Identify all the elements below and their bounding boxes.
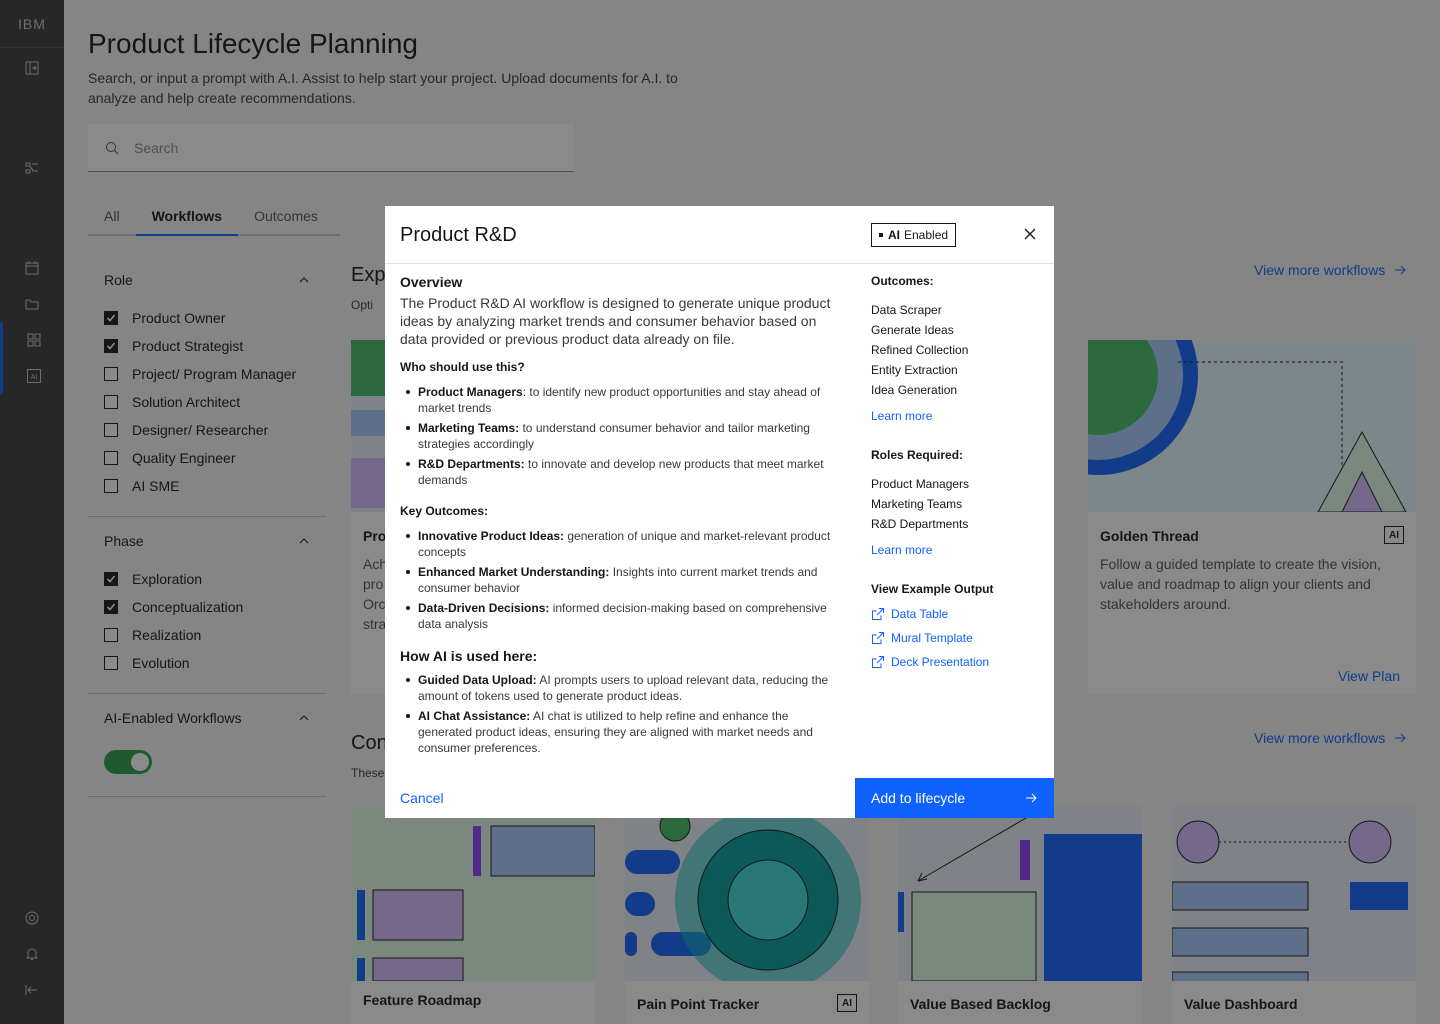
list-item-term: R&D Departments: xyxy=(418,457,525,471)
modal-sidebar: Outcomes: Data Scraper Generate Ideas Refi… xyxy=(871,274,1041,674)
example-output-link[interactable]: Mural Template xyxy=(871,626,1041,650)
ai-enabled-badge: AI Enabled xyxy=(871,223,957,247)
modal-title: Product R&D xyxy=(400,224,517,246)
example-output-title: View Example Output xyxy=(871,582,994,596)
how-ai-list: Guided Data Upload: AI prompts users to … xyxy=(400,672,840,756)
outcomes-title: Outcomes: xyxy=(871,274,934,288)
who-title: Who should use this? xyxy=(400,360,525,374)
list-item-term: Innovative Product Ideas: xyxy=(418,529,565,543)
list-item: Innovative Product Ideas: generation of … xyxy=(400,528,840,560)
launch-icon xyxy=(872,608,884,620)
how-ai-title: How AI is used here: xyxy=(400,648,538,664)
example-output-link[interactable]: Data Table xyxy=(871,602,1041,626)
list-item-term: Product Managers xyxy=(418,385,523,399)
modal-footer: Cancel Add to lifecycle xyxy=(385,778,1054,818)
who-list: Product Managers: to identify new produc… xyxy=(400,384,840,488)
list-item: Product Managers: to identify new produc… xyxy=(400,384,840,416)
role-item: R&D Departments xyxy=(871,517,969,531)
launch-icon xyxy=(872,632,884,644)
add-label: Add to lifecycle xyxy=(871,790,966,806)
learn-more-link[interactable]: Learn more xyxy=(871,540,1041,560)
modal-header: Product R&D AI Enabled xyxy=(385,206,1054,264)
overview-text: The Product R&D AI workflow is designed … xyxy=(400,295,831,347)
list-item: Enhanced Market Understanding: Insights … xyxy=(400,564,840,596)
badge-dot xyxy=(879,233,883,237)
example-output-link[interactable]: Deck Presentation xyxy=(871,650,1041,674)
workflow-detail-modal: Product R&D AI Enabled Overview The Prod… xyxy=(385,206,1054,818)
example-output-label: Deck Presentation xyxy=(891,655,990,669)
list-item: AI Chat Assistance: AI chat is utilized … xyxy=(400,708,840,756)
list-item: Data-Driven Decisions: informed decision… xyxy=(400,600,840,632)
list-item-term: Marketing Teams: xyxy=(418,421,520,435)
modal-details: Overview The Product R&D AI workflow is … xyxy=(400,274,840,772)
badge-ai-label: AI xyxy=(888,228,900,242)
key-outcomes-title: Key Outcomes: xyxy=(400,504,489,518)
outcome-item: Data Scraper xyxy=(871,303,942,317)
add-to-lifecycle-button[interactable]: Add to lifecycle xyxy=(855,778,1054,818)
list-item-term: Data-Driven Decisions: xyxy=(418,601,550,615)
roles-title: Roles Required: xyxy=(871,448,964,462)
example-output-label: Data Table xyxy=(891,607,949,621)
list-item-term: Enhanced Market Understanding: xyxy=(418,565,610,579)
learn-more-link[interactable]: Learn more xyxy=(871,406,1041,426)
outcome-item: Entity Extraction xyxy=(871,363,958,377)
close-icon[interactable] xyxy=(1022,226,1038,242)
list-item-term: Guided Data Upload: xyxy=(418,673,537,687)
arrow-right-icon xyxy=(1026,793,1037,803)
launch-icon xyxy=(872,656,884,668)
role-item: Product Managers xyxy=(871,477,970,491)
outcome-item: Generate Ideas xyxy=(871,323,954,337)
outcome-item: Refined Collection xyxy=(871,343,969,357)
overview-title: Overview xyxy=(400,274,463,290)
list-item: Marketing Teams: to understand consumer … xyxy=(400,420,840,452)
list-item: R&D Departments: to innovate and develop… xyxy=(400,456,840,488)
list-item: Guided Data Upload: AI prompts users to … xyxy=(400,672,840,704)
example-output-label: Mural Template xyxy=(891,631,973,645)
outcome-item: Idea Generation xyxy=(871,383,958,397)
role-item: Marketing Teams xyxy=(871,497,963,511)
badge-text: Enabled xyxy=(904,228,949,242)
key-outcomes-list: Innovative Product Ideas: generation of … xyxy=(400,528,840,632)
cancel-button[interactable]: Cancel xyxy=(400,790,444,806)
list-item-term: AI Chat Assistance: xyxy=(418,709,531,723)
